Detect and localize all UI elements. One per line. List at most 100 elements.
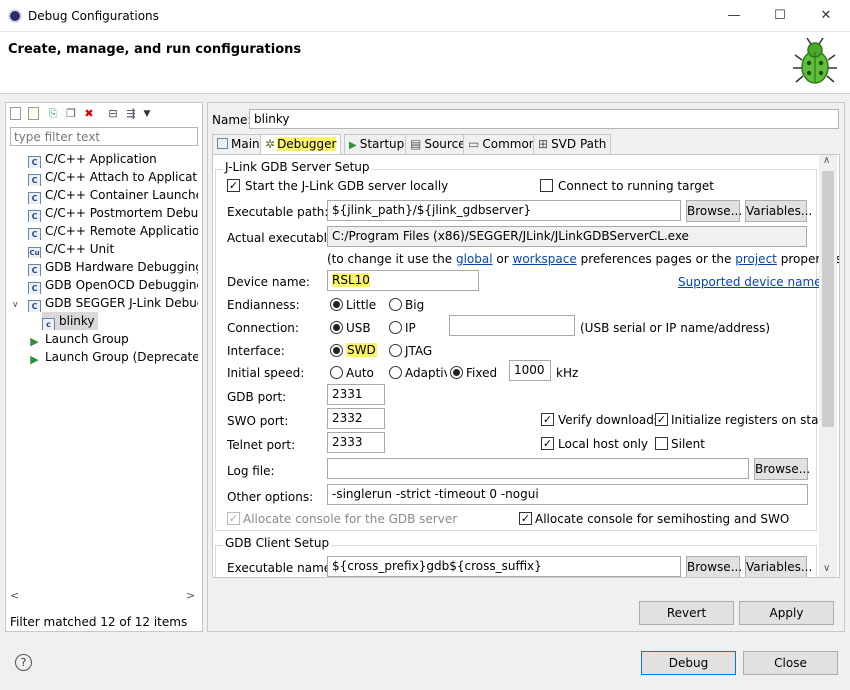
window-title: Debug Configurations bbox=[28, 9, 159, 23]
alloc-console-gdb-label: Allocate console for the GDB server bbox=[243, 512, 458, 526]
tree-item-gdb-openocd[interactable]: C GDB OpenOCD Debugging bbox=[6, 276, 198, 294]
gdb-port-input[interactable]: 2331 bbox=[327, 384, 385, 405]
endian-little-radio[interactable] bbox=[330, 298, 343, 311]
local-host-checkbox[interactable]: ✓ bbox=[541, 437, 554, 450]
close-button[interactable]: Close bbox=[743, 651, 838, 675]
name-input[interactable]: blinky bbox=[249, 109, 839, 129]
client-exe-input[interactable]: ${cross_prefix}gdb${cross_suffix} bbox=[327, 556, 681, 577]
workspace-link[interactable]: workspace bbox=[513, 252, 577, 266]
alloc-console-gdb-checkbox[interactable]: ✓ bbox=[227, 512, 240, 525]
banner-title: Create, manage, and run configurations bbox=[8, 42, 302, 57]
tab-main[interactable]: Main bbox=[212, 134, 265, 154]
verify-downloads-checkbox[interactable]: ✓ bbox=[541, 413, 554, 426]
connection-ip-radio[interactable] bbox=[389, 321, 402, 334]
tree-item-cpp-attach[interactable]: C C/C++ Attach to Application bbox=[6, 168, 198, 186]
swo-port-input[interactable]: 2332 bbox=[327, 408, 385, 429]
interface-swd-radio[interactable] bbox=[330, 344, 343, 357]
c-config-icon: C bbox=[28, 300, 41, 312]
debug-button[interactable]: Debug bbox=[641, 651, 736, 675]
scroll-left-icon[interactable]: < bbox=[10, 589, 19, 602]
launch-play-icon: ▶ bbox=[30, 353, 39, 366]
view-menu-chevron-down-icon[interactable]: ▼ bbox=[140, 107, 154, 121]
other-options-input[interactable]: -singlerun -strict -timeout 0 -nogui bbox=[327, 484, 808, 505]
configuration-editor-panel: Name: blinky Main ✲ Debugger ▶ Startup ▤ So… bbox=[207, 102, 845, 632]
tree-item-gdb-hardware[interactable]: C GDB Hardware Debugging bbox=[6, 258, 198, 276]
revert-button[interactable]: Revert bbox=[639, 601, 734, 625]
telnet-port-input[interactable]: 2333 bbox=[327, 432, 385, 453]
speed-fixed-radio[interactable] bbox=[450, 366, 463, 379]
tree-item-gdb-segger-jlink[interactable]: ∨C GDB SEGGER J-Link Debuggir bbox=[6, 294, 198, 312]
maximize-button[interactable]: ☐ bbox=[757, 0, 803, 32]
scroll-right-icon[interactable]: > bbox=[186, 589, 195, 602]
new-prototype-icon[interactable] bbox=[28, 107, 39, 120]
horizontal-scrollbar[interactable]: < > bbox=[10, 589, 198, 603]
c-unit-icon: Cu bbox=[28, 247, 41, 258]
connection-usb-label: USB bbox=[346, 321, 371, 335]
scroll-up-icon[interactable]: ∧ bbox=[823, 155, 830, 166]
tree-item-cpp-container[interactable]: C C/C++ Container Launcher bbox=[6, 186, 198, 204]
client-exe-variables-button[interactable]: Variables... bbox=[745, 556, 812, 577]
tab-debugger[interactable]: ✲ Debugger bbox=[260, 134, 342, 155]
c-config-icon: C bbox=[28, 156, 41, 168]
chevron-down-icon[interactable]: ∨ bbox=[12, 296, 28, 312]
filter-icon[interactable]: ⇶ bbox=[124, 107, 138, 121]
tree-item-cpp-postmortem[interactable]: C C/C++ Postmortem Debugge bbox=[6, 204, 198, 222]
alloc-console-semi-checkbox[interactable]: ✓ bbox=[519, 512, 532, 525]
help-icon[interactable]: ? bbox=[15, 654, 32, 671]
tab-source[interactable]: ▤ Source bbox=[405, 134, 471, 154]
speed-adaptive-radio[interactable] bbox=[389, 366, 402, 379]
log-file-label: Log file: bbox=[227, 464, 275, 478]
tree-item-label: C/C++ Remote Application bbox=[45, 224, 198, 238]
init-registers-checkbox[interactable]: ✓ bbox=[655, 413, 668, 426]
export-icon[interactable]: ⎘ bbox=[46, 107, 60, 121]
exe-path-label: Executable path: bbox=[227, 205, 329, 219]
apply-button[interactable]: Apply bbox=[739, 601, 834, 625]
gdb-port-label: GDB port: bbox=[227, 390, 287, 404]
speed-auto-label: Auto bbox=[346, 366, 374, 380]
collapse-all-icon[interactable]: ⊟ bbox=[106, 107, 120, 121]
connect-running-checkbox[interactable] bbox=[540, 179, 553, 192]
scroll-down-icon[interactable]: ∨ bbox=[823, 563, 830, 574]
filter-input[interactable] bbox=[10, 127, 198, 146]
duplicate-icon[interactable]: ❐ bbox=[64, 107, 78, 121]
start-locally-label: Start the J-Link GDB server locally bbox=[245, 179, 449, 193]
exe-path-input[interactable]: ${jlink_path}/${jlink_gdbserver} bbox=[327, 200, 681, 221]
tree-item-cpp-application[interactable]: C C/C++ Application bbox=[6, 150, 198, 168]
tree-item-launch-group-deprecated[interactable]: ▶ Launch Group (Deprecated) bbox=[6, 348, 198, 366]
tree-item-blinky[interactable]: c blinky bbox=[6, 312, 98, 330]
connection-usb-radio[interactable] bbox=[330, 321, 343, 334]
endian-big-radio[interactable] bbox=[389, 298, 402, 311]
close-window-button[interactable]: ✕ bbox=[803, 0, 849, 32]
silent-checkbox[interactable] bbox=[655, 437, 668, 450]
log-file-browse-button[interactable]: Browse... bbox=[754, 458, 810, 480]
connection-address-input[interactable] bbox=[449, 315, 575, 336]
interface-jtag-radio[interactable] bbox=[389, 344, 402, 357]
project-link[interactable]: project bbox=[735, 252, 777, 266]
tree-item-cpp-remote[interactable]: C C/C++ Remote Application bbox=[6, 222, 198, 240]
tree-item-label: C/C++ Application bbox=[45, 152, 157, 166]
initial-speed-label: Initial speed: bbox=[227, 366, 305, 380]
delete-icon[interactable]: ✖ bbox=[82, 107, 96, 121]
global-link[interactable]: global bbox=[456, 252, 493, 266]
speed-value-input[interactable]: 1000 bbox=[509, 360, 551, 381]
client-exe-browse-button[interactable]: Browse... bbox=[686, 556, 742, 577]
filter-status: Filter matched 12 of 12 items bbox=[10, 615, 188, 629]
new-configuration-icon[interactable] bbox=[10, 107, 21, 120]
tab-common[interactable]: ▭ Common bbox=[463, 134, 542, 154]
tab-startup[interactable]: ▶ Startup bbox=[344, 134, 410, 154]
scrollbar-thumb[interactable] bbox=[822, 171, 834, 427]
exe-path-browse-button[interactable]: Browse... bbox=[686, 200, 742, 222]
log-file-input[interactable] bbox=[327, 458, 749, 479]
start-locally-checkbox[interactable]: ✓ bbox=[227, 179, 240, 192]
exe-path-variables-button[interactable]: Variables... bbox=[745, 200, 812, 222]
tree-item-label: C/C++ Unit bbox=[45, 242, 115, 256]
tab-svd-path[interactable]: ⊞ SVD Path bbox=[533, 134, 612, 154]
speed-auto-radio[interactable] bbox=[330, 366, 343, 379]
c-config-icon: c bbox=[42, 318, 55, 330]
tree-item-cpp-unit[interactable]: Cu C/C++ Unit bbox=[6, 240, 198, 258]
c-config-icon: C bbox=[28, 282, 41, 294]
tree-item-launch-group[interactable]: ▶ Launch Group bbox=[6, 330, 198, 348]
supported-devices-link[interactable]: Supported device names bbox=[678, 275, 828, 289]
minimize-button[interactable]: — bbox=[711, 0, 757, 32]
device-name-input[interactable]: RSL10 bbox=[327, 270, 479, 291]
